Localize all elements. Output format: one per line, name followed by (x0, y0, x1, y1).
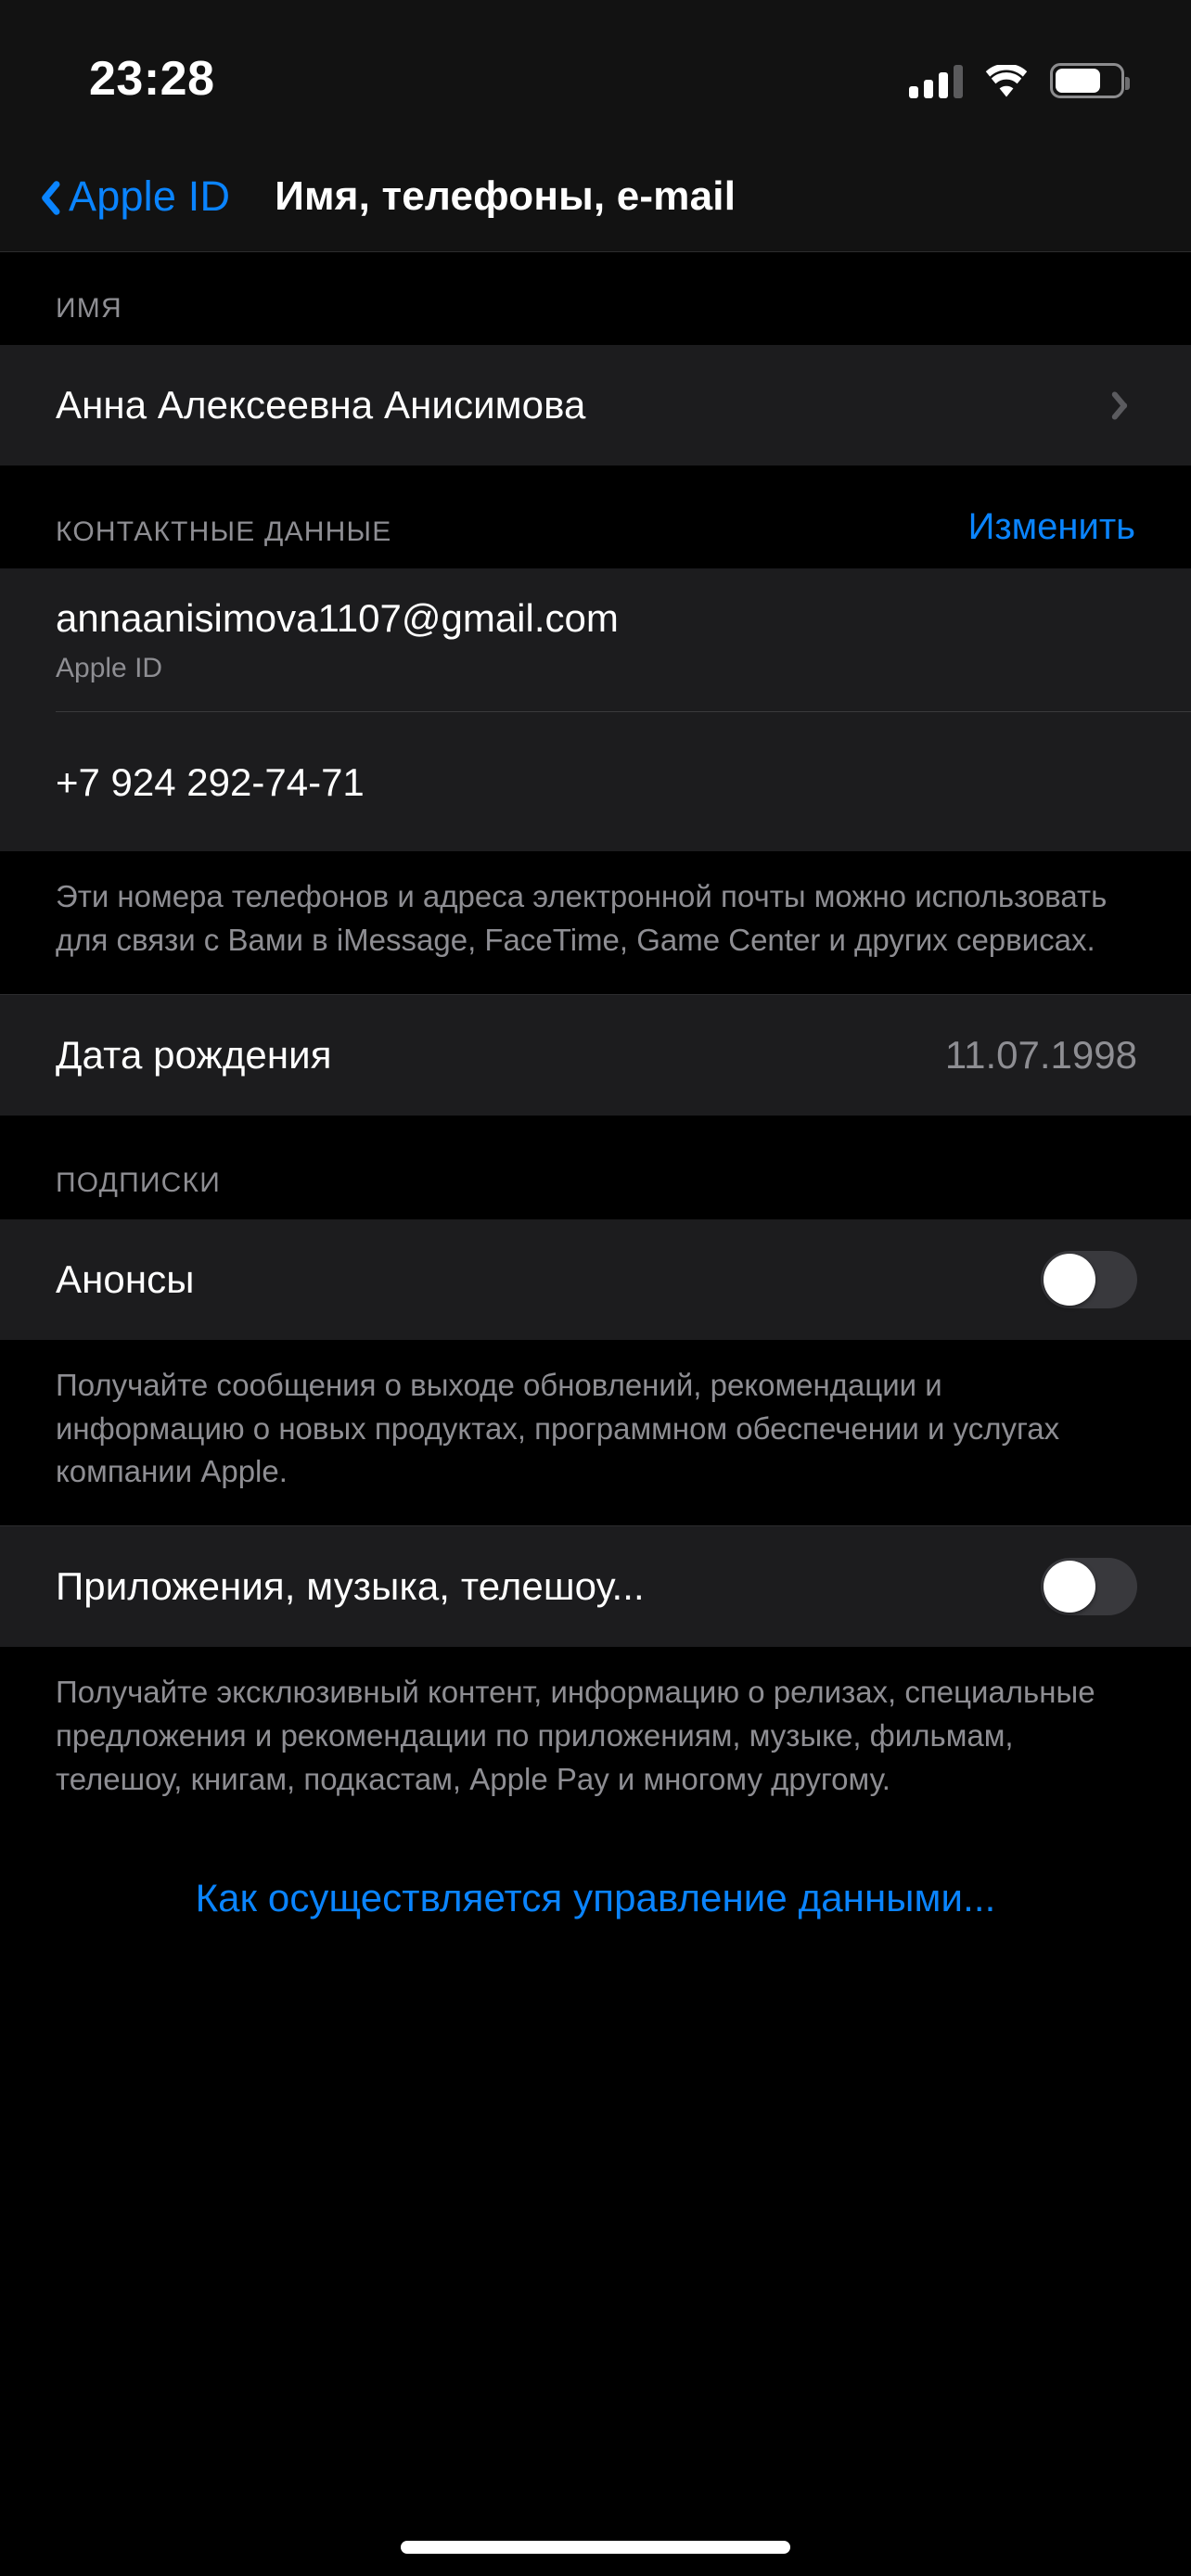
section-title: КОНТАКТНЫЕ ДАННЫЕ (56, 516, 392, 547)
row-phone[interactable]: +7 924 292-74-71 (0, 712, 1191, 851)
chevron-right-icon (1117, 388, 1137, 423)
iphone-settings-screen: 23:28 Apple ID Имя, телефоны, e-mail ИМЯ… (0, 0, 1191, 2576)
birthday-label: Дата рождения (56, 1032, 332, 1077)
phone-value: +7 924 292-74-71 (56, 759, 365, 804)
section-title: ПОДПИСКИ (56, 1167, 221, 1198)
back-button[interactable]: Apple ID (0, 172, 230, 221)
email-subtitle: Apple ID (56, 653, 163, 684)
row-announcements[interactable]: Анонсы (0, 1219, 1191, 1340)
email-value: annaanisimova1107@gmail.com (56, 596, 619, 640)
group-apps-music-tv: Приложения, музыка, телешоу... (0, 1525, 1191, 1648)
group-contact: annaanisimova1107@gmail.com Apple ID +7 … (0, 568, 1191, 852)
section-header-contact: КОНТАКТНЫЕ ДАННЫЕ Изменить (0, 465, 1191, 568)
back-button-label: Apple ID (69, 172, 231, 220)
row-email[interactable]: annaanisimova1107@gmail.com Apple ID (0, 568, 1191, 713)
row-apps-music-tv[interactable]: Приложения, музыка, телешоу... (0, 1526, 1191, 1647)
apps-music-tv-label: Приложения, музыка, телешоу... (56, 1564, 645, 1609)
full-name-label: Анна Алексеевна Анисимова (56, 383, 586, 427)
settings-content: ИМЯ Анна Алексеевна Анисимова КОНТАКТНЫЕ… (0, 252, 1191, 1920)
row-full-name[interactable]: Анна Алексеевна Анисимова (0, 345, 1191, 465)
apps-music-tv-footnote: Получайте эксклюзивный контент, информац… (0, 1647, 1191, 1833)
row-birthday[interactable]: Дата рождения 11.07.1998 (0, 995, 1191, 1116)
page-title: Имя, телефоны, e-mail (275, 172, 736, 219)
status-bar-indicators (909, 63, 1130, 98)
group-birthday: Дата рождения 11.07.1998 (0, 993, 1191, 1116)
data-management-link-row: Как осуществляется управление данными... (0, 1832, 1191, 1920)
announcements-toggle[interactable] (1041, 1250, 1137, 1308)
chevron-left-icon (32, 176, 56, 217)
cellular-signal-icon (909, 65, 963, 98)
section-header-name: ИМЯ (0, 252, 1191, 345)
navigation-bar: Apple ID Имя, телефоны, e-mail (0, 141, 1191, 252)
data-management-link[interactable]: Как осуществляется управление данными... (196, 1876, 996, 1919)
edit-button[interactable]: Изменить (968, 506, 1135, 548)
home-indicator[interactable] (401, 2541, 790, 2554)
birthday-value: 11.07.1998 (944, 1032, 1137, 1077)
section-header-subscriptions: ПОДПИСКИ (0, 1115, 1191, 1219)
wifi-icon (985, 63, 1028, 98)
status-bar-clock: 23:28 (89, 52, 215, 106)
announcements-label: Анонсы (56, 1256, 195, 1301)
contact-footnote: Эти номера телефонов и адреса электронно… (0, 851, 1191, 994)
group-announcements: Анонсы (0, 1218, 1191, 1340)
group-name: Анна Алексеевна Анисимова (0, 345, 1191, 465)
status-bar: 23:28 (0, 0, 1191, 141)
battery-icon (1050, 63, 1130, 98)
announcements-footnote: Получайте сообщения о выходе обновлений,… (0, 1339, 1191, 1526)
section-title: ИМЯ (56, 293, 122, 324)
apps-music-tv-toggle[interactable] (1041, 1558, 1137, 1616)
